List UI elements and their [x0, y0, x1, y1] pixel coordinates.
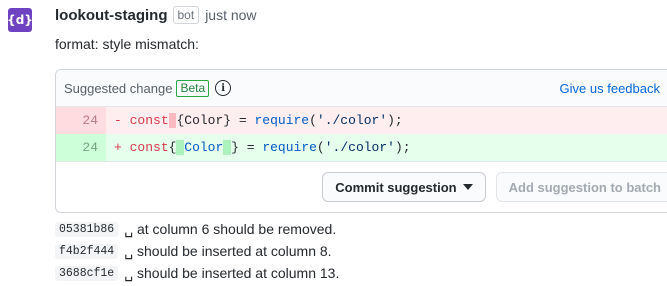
added-sign: +: [114, 140, 122, 155]
added-require: require: [262, 140, 317, 155]
note-item: 3688cf1e ␣ should be inserted at column …: [55, 262, 339, 284]
author-name[interactable]: lookout-staging: [55, 7, 168, 24]
notes-list: 05381b86 ␣ at column 6 should be removed…: [55, 218, 339, 284]
deleted-sign: -: [114, 113, 122, 128]
deleted-code: - const {Color} = require('./color');: [106, 113, 403, 128]
commit-suggestion-button[interactable]: Commit suggestion: [322, 172, 486, 202]
added-line-number: 24: [56, 134, 106, 161]
added-keyword: const: [129, 140, 169, 155]
deleted-require: require: [254, 113, 310, 128]
suggested-change-header: Suggested change Beta i Give us feedback: [56, 70, 667, 107]
info-icon[interactable]: i: [215, 80, 232, 96]
avatar-text: {d}: [7, 13, 33, 27]
give-feedback-link[interactable]: Give us feedback: [560, 81, 660, 96]
note-text: ␣ at column 6 should be removed.: [124, 220, 337, 237]
note-text: ␣ should be inserted at column 13.: [124, 264, 340, 281]
note-item: f4b2f444 ␣ should be inserted at column …: [55, 240, 339, 262]
note-item: 05381b86 ␣ at column 6 should be removed…: [55, 218, 339, 240]
added-end: );: [394, 140, 411, 155]
added-paren: (: [316, 140, 325, 155]
added-string: './color': [324, 140, 395, 155]
deleted-paren: (: [309, 113, 317, 128]
caret-down-icon: [462, 184, 473, 190]
comment-message: format: style mismatch:: [55, 36, 199, 52]
added-code: + const{ Color } = require('./color');: [106, 140, 411, 155]
avatar[interactable]: {d}: [7, 8, 33, 32]
added-brace-close: } =: [231, 140, 263, 155]
added-whitespace-2: [223, 140, 232, 155]
deleted-line-number: 24: [56, 107, 106, 134]
deleted-identifier: Color} =: [184, 113, 255, 128]
commit-suggestion-label: Commit suggestion: [335, 179, 457, 195]
commit-hash[interactable]: 3688cf1e: [55, 265, 119, 281]
commit-hash[interactable]: f4b2f444: [55, 243, 119, 259]
commit-hash[interactable]: 05381b86: [55, 221, 119, 237]
comment-header: lookout-staging bot just now: [55, 4, 257, 26]
deleted-string: './color': [316, 113, 388, 128]
deleted-keyword: const: [129, 113, 169, 128]
timestamp[interactable]: just now: [205, 7, 256, 23]
bot-badge: bot: [172, 6, 200, 24]
deleted-code-line: 24 - const {Color} = require('./color');: [56, 107, 667, 134]
suggested-change-box: Suggested change Beta i Give us feedback…: [55, 69, 667, 213]
deleted-end: );: [387, 113, 403, 128]
added-code-line: 24 + const{ Color } = require('./color')…: [56, 134, 667, 161]
added-identifier: Color: [184, 140, 224, 155]
suggested-change-title: Suggested change: [64, 80, 173, 96]
suggestion-actions: Commit suggestion Add suggestion to batc…: [56, 161, 667, 212]
beta-badge: Beta: [176, 79, 210, 97]
add-to-batch-label: Add suggestion to batch: [508, 179, 661, 195]
add-to-batch-button: Add suggestion to batch: [495, 172, 667, 202]
note-text: ␣ should be inserted at column 8.: [124, 242, 332, 259]
